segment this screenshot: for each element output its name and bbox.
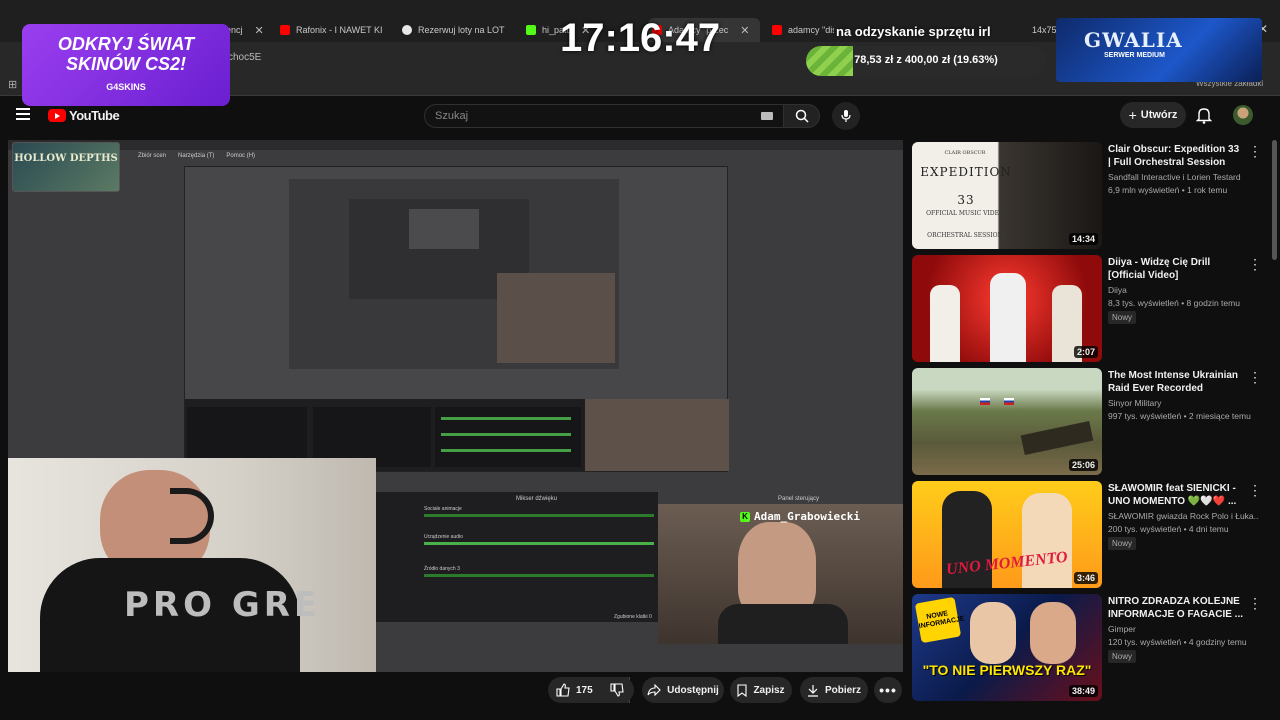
video-meta: 6,9 mln wyświetleń • 1 rok temu [1108, 185, 1228, 195]
download-button[interactable]: Pobierz [800, 677, 868, 703]
close-tab-icon[interactable]: ✕ [255, 24, 264, 37]
duration-badge: 14:34 [1068, 233, 1098, 245]
thumbs-down-icon [610, 683, 624, 697]
obs-menu: Zbiór scen Narzędzia (T) Pomoc (H) [138, 153, 256, 159]
bookmark-icon [737, 683, 747, 697]
shirt-print: PRO GRE [124, 585, 322, 625]
duration-badge: 38:49 [1068, 685, 1098, 697]
video-title[interactable]: SŁAWOMIR feat SIENICKI - UNO MOMENTO 💚🤍❤… [1108, 482, 1244, 508]
g4skins-promo-banner: ODKRYJ ŚWIAT SKINÓW CS2! G4SKINS [22, 24, 230, 106]
channel-name[interactable]: Sandfall Interactive i Lorien Testard [1108, 172, 1258, 182]
obs-titlebar [8, 140, 903, 150]
video-thumbnail[interactable]: UNO MOMENTO 3:46 [912, 481, 1102, 588]
donation-goal-text: 78,53 zł z 400,00 zł (19.63%) [854, 54, 998, 66]
notifications-bell-icon[interactable] [1195, 106, 1213, 129]
more-vert-icon[interactable]: ⋮ [1248, 144, 1262, 158]
video-title[interactable]: Clair Obscur: Expedition 33 | Full Orche… [1108, 143, 1244, 169]
recommended-video[interactable]: 25:06 The Most Intense Ukrainian Raid Ev… [912, 368, 1272, 476]
stream-name-badge: K Adam_Grabowiecki [740, 510, 860, 523]
video-thumbnail[interactable]: 2:07 [912, 255, 1102, 362]
create-button[interactable]: + Utwórz [1120, 102, 1186, 128]
browser-tab[interactable]: Rezerwuj loty na LOT✕ [402, 18, 514, 42]
channel-name[interactable]: Diiya [1108, 285, 1258, 295]
play-logo-icon [48, 109, 66, 122]
donation-goal-title: na odzyskanie sprzętu irl [836, 24, 991, 39]
search-button[interactable] [784, 104, 820, 128]
gwalia-server-banner: GWALIA SERWER MEDIUM [1056, 18, 1262, 82]
video-thumbnail[interactable]: NOWE INFORMACJE "TO NIE PIERWSZY RAZ" 38… [912, 594, 1102, 701]
duration-badge: 25:06 [1068, 459, 1098, 471]
stream-clock: 17:16:47 [560, 16, 721, 60]
more-actions-button[interactable]: ••• [874, 677, 902, 703]
nested-obs-preview [184, 166, 729, 472]
kick-icon: K [740, 511, 750, 522]
video-player[interactable]: Zbiór scen Narzędzia (T) Pomoc (H) HOLLO… [8, 140, 903, 672]
more-vert-icon[interactable]: ⋮ [1248, 257, 1262, 271]
more-horizontal-icon: ••• [879, 682, 897, 698]
recommended-video[interactable]: CLAIR OBSCUR EXPEDITION 33 OFFICIAL MUSI… [912, 142, 1272, 250]
share-icon [647, 684, 661, 696]
audio-mixer-panel: Mikser dźwięku Sociale animacje Urządzen… [376, 492, 658, 622]
save-button[interactable]: Zapisz [730, 677, 792, 703]
kick-favicon-icon [526, 25, 536, 35]
dropped-frames-label: Zgubione klatki 0 [614, 614, 652, 620]
control-panel-title: Panel sterujący [778, 496, 820, 502]
microphone-icon [841, 110, 851, 122]
new-badge: Nowy [1108, 650, 1137, 663]
youtube-logo[interactable]: YouTube [48, 108, 120, 123]
thumbs-up-icon [556, 683, 570, 697]
video-title[interactable]: The Most Intense Ukrainian Raid Ever Rec… [1108, 369, 1244, 395]
g4skins-logo: G4SKINS [106, 82, 146, 92]
search-input[interactable]: Szukaj [424, 104, 784, 128]
recommended-video[interactable]: UNO MOMENTO 3:46 SŁAWOMIR feat SIENICKI … [912, 481, 1272, 589]
facecam-feed: PRO GRE [8, 458, 376, 672]
duration-badge: 3:46 [1073, 572, 1098, 584]
channel-name[interactable]: SŁAWOMIR gwiazda Rock Polo i Łuka... [1108, 511, 1258, 521]
video-meta: 997 tys. wyświetleń • 2 miesiące temu [1108, 411, 1251, 421]
menu-icon[interactable] [16, 108, 30, 120]
more-vert-icon[interactable]: ⋮ [1248, 370, 1262, 384]
new-badge: Nowy [1108, 537, 1137, 550]
apps-grid-icon[interactable]: ⊞ [8, 78, 17, 91]
recommended-video[interactable]: 2:07 Diiya - Widzę Cię Drill [Official V… [912, 255, 1272, 363]
globe-favicon-icon [402, 25, 412, 35]
streamer-camera-feed [658, 504, 903, 644]
video-meta: 8,3 tys. wyświetleń • 8 godzin temu [1108, 298, 1240, 308]
keyboard-icon[interactable] [761, 112, 773, 120]
video-title[interactable]: NITRO ZDRADZA KOLEJNE INFORMACJE O FAGAC… [1108, 595, 1244, 621]
more-vert-icon[interactable]: ⋮ [1248, 483, 1262, 497]
video-thumbnail[interactable]: CLAIR OBSCUR EXPEDITION 33 OFFICIAL MUSI… [912, 142, 1102, 249]
youtube-favicon-icon [772, 25, 782, 35]
channel-name[interactable]: Sinyor Military [1108, 398, 1258, 408]
address-text: choc5E [228, 52, 262, 63]
share-button[interactable]: Udostępnij [642, 677, 724, 703]
browser-tab[interactable]: adamcy "diss" [772, 18, 834, 42]
recommended-video[interactable]: NOWE INFORMACJE "TO NIE PIERWSZY RAZ" 38… [912, 594, 1272, 702]
nested-obs-preview-inner [289, 179, 619, 369]
search-icon [795, 109, 809, 123]
donation-goal-bar: 78,53 zł z 400,00 zł (19.63%) [806, 46, 1046, 76]
download-icon [807, 684, 818, 697]
new-badge: Nowy [1108, 311, 1137, 324]
video-title[interactable]: Diiya - Widzę Cię Drill [Official Video] [1108, 256, 1244, 282]
avatar[interactable] [1233, 105, 1253, 125]
channel-name[interactable]: Gimper [1108, 624, 1258, 634]
video-thumbnail[interactable]: 25:06 [912, 368, 1102, 475]
more-vert-icon[interactable]: ⋮ [1248, 596, 1262, 610]
sidebar-scrollbar[interactable] [1272, 140, 1277, 260]
hollow-depths-overlay: HOLLOW DEPTHS [12, 142, 120, 192]
duration-badge: 2:07 [1073, 346, 1098, 358]
video-meta: 120 tys. wyświetleń • 4 godziny temu [1108, 637, 1247, 647]
voice-search-button[interactable] [832, 102, 860, 130]
close-tab-icon[interactable]: ✕ [740, 24, 749, 37]
youtube-favicon-icon [280, 25, 290, 35]
browser-tab[interactable]: Rafonix - I NAWET KI✕ [280, 18, 392, 42]
dislike-button[interactable] [600, 677, 634, 703]
video-meta: 200 tys. wyświetleń • 4 dni temu [1108, 524, 1229, 534]
plus-icon: + [1128, 107, 1137, 123]
